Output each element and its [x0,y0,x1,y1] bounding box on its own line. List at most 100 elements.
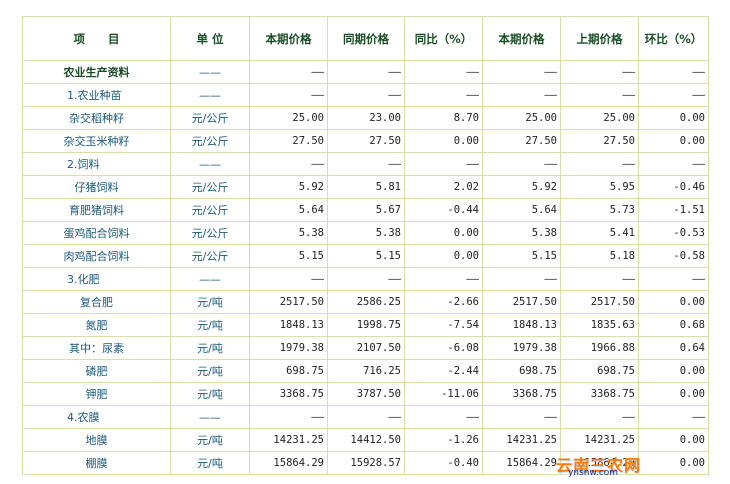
row-value: 716.25 [327,359,405,383]
row-unit: 元/公斤 [170,175,250,199]
row-unit: —— [170,60,250,84]
row-unit: —— [170,152,250,176]
row-value: —— [482,152,561,176]
row-value: 27.50 [560,129,639,153]
row-value: —— [327,60,405,84]
row-value: —— [249,152,328,176]
table-row: 其中：尿素 元/吨 1979.38 2107.50 -6.08 1979.38 1966.8… [22,336,709,360]
row-value: —— [404,83,483,107]
row-value: —— [482,60,561,84]
row-value: —— [404,405,483,429]
row-value: 5.92 [482,175,561,199]
price-table: 项 目 单 位 本期价格 同期价格 同比（%） 本期价格 上期价格 环比（%） … [22,16,709,475]
row-value: 1979.38 [249,336,328,360]
row-value: 5.81 [327,175,405,199]
row-value: -2.66 [404,290,483,314]
row-unit: 元/吨 [170,336,250,360]
table-row: 杂交稻种籽 元/公斤 25.00 23.00 8.70 25.00 25.00 0.00 [22,106,709,130]
row-value: 1979.38 [482,336,561,360]
row-value: 25.00 [249,106,328,130]
row-value: 1835.63 [560,313,639,337]
row-value: 5.73 [560,198,639,222]
row-unit: 元/吨 [170,451,250,475]
row-value: 5.15 [482,244,561,268]
row-value: 0.00 [404,129,483,153]
row-unit: 元/公斤 [170,221,250,245]
row-value: 0.00 [638,382,709,406]
row-value: 1848.13 [249,313,328,337]
row-unit: 元/公斤 [170,244,250,268]
table-row: 地膜 元/吨 14231.25 14412.50 -1.26 14231.25 14231.… [22,428,709,452]
row-value: —— [327,152,405,176]
row-value: 0.00 [638,129,709,153]
row-value: 0.00 [638,359,709,383]
row-value: 3368.75 [249,382,328,406]
row-value: 14412.50 [327,428,405,452]
row-value: 14231.25 [482,428,561,452]
row-unit: 元/吨 [170,313,250,337]
header-previous-price: 上期价格 [560,16,639,61]
row-value: —— [560,60,639,84]
row-value: 27.50 [249,129,328,153]
row-value: —— [638,83,709,107]
row-value: 23.00 [327,106,405,130]
row-value: —— [404,267,483,291]
row-value: 2517.50 [249,290,328,314]
table-row: 磷肥 元/吨 698.75 716.25 -2.44 698.75 698.75 0.00 [22,359,709,383]
row-value: 0.00 [404,244,483,268]
table-row: 钾肥 元/吨 3368.75 3787.50 -11.06 3368.75 3368.75 0… [22,382,709,406]
row-value: 2.02 [404,175,483,199]
row-value: —— [560,267,639,291]
row-unit: 元/吨 [170,359,250,383]
row-value: —— [249,405,328,429]
row-value: 15928.57 [327,451,405,475]
row-value: 15864.29 [482,451,561,475]
row-value: 5.95 [560,175,639,199]
row-value: 1966.88 [560,336,639,360]
row-value: 698.75 [249,359,328,383]
row-value: —— [560,83,639,107]
row-value: —— [482,267,561,291]
row-value: 3787.50 [327,382,405,406]
table-row: 氮肥 元/吨 1848.13 1998.75 -7.54 1848.13 1835.63 0.… [22,313,709,337]
row-value: 5.67 [327,198,405,222]
row-value: 0.00 [638,451,709,475]
row-value: -0.40 [404,451,483,475]
header-item: 项 目 [22,16,171,61]
row-value: 0.00 [404,221,483,245]
row-value: 5.64 [482,198,561,222]
row-item: 2.饲料 [22,152,171,176]
row-value: 14231.25 [560,428,639,452]
row-unit: 元/吨 [170,382,250,406]
table-body: 农业生产资料 —— —— —— —— —— —— —— 1.农业种苗 —— —— —— —— —— —— ——… [22,60,709,475]
row-value: —— [638,60,709,84]
row-value: -11.06 [404,382,483,406]
row-item: 育肥猪饲料 [22,198,171,222]
row-item: 氮肥 [22,313,171,337]
row-unit: —— [170,83,250,107]
row-value: 2517.50 [560,290,639,314]
table-row: 1.农业种苗 —— —— —— —— —— —— —— [22,83,709,107]
table-row: 仔猪饲料 元/公斤 5.92 5.81 2.02 5.92 5.95 -0.46 [22,175,709,199]
row-value: 5.18 [560,244,639,268]
row-item: 杂交稻种籽 [22,106,171,130]
row-value: 1848.13 [482,313,561,337]
header-mom: 环比（%） [638,16,709,61]
row-value: 15864.29 [249,451,328,475]
row-value: —— [482,405,561,429]
row-item: 复合肥 [22,290,171,314]
header-current-price: 本期价格 [249,16,328,61]
header-current-price-2: 本期价格 [482,16,561,61]
row-item: 3.化肥 [22,267,171,291]
row-item: 钾肥 [22,382,171,406]
row-item: 地膜 [22,428,171,452]
row-unit: 元/公斤 [170,129,250,153]
row-value: 0.00 [638,290,709,314]
row-item: 4.农膜 [22,405,171,429]
watermark-url: ynsnw.com [568,468,619,478]
row-value: 3368.75 [482,382,561,406]
header-unit: 单 位 [170,16,250,61]
row-value: 2586.25 [327,290,405,314]
row-item: 肉鸡配合饲料 [22,244,171,268]
row-item: 磷肥 [22,359,171,383]
